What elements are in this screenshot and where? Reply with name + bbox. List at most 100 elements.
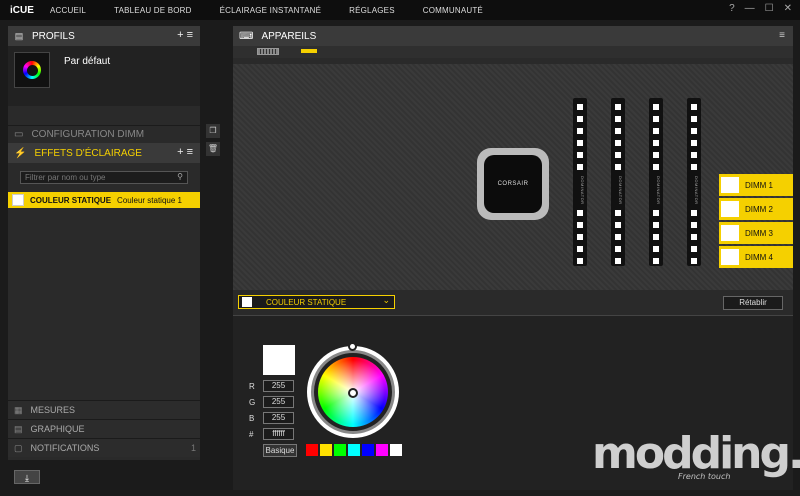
color-swatch-3[interactable] — [334, 444, 346, 456]
basic-button[interactable]: Basique — [263, 444, 297, 457]
dimm-stick-2[interactable]: DOMINATOR — [611, 98, 625, 266]
dimm-config-section[interactable]: ▭ CONFIGURATION DIMM — [8, 125, 200, 143]
add-profile-button[interactable]: + — [177, 29, 186, 41]
led — [615, 104, 621, 110]
profile-icon: ▤ — [14, 31, 24, 41]
watermark: modding.fr French touch — [592, 428, 800, 484]
led — [653, 128, 659, 134]
add-effect-button[interactable]: + — [177, 146, 186, 158]
color-swatch-6[interactable] — [376, 444, 388, 456]
minimize-icon[interactable]: — — [745, 3, 755, 14]
pump-logo: CORSAIR — [484, 155, 542, 213]
effect-item[interactable]: COULEUR STATIQUE Couleur statique 1 — [8, 192, 200, 208]
dimm-stick-3[interactable]: DOMINATOR — [649, 98, 663, 266]
led — [691, 128, 697, 134]
led — [577, 140, 583, 146]
nav-community[interactable]: COMMUNAUTÉ — [423, 6, 483, 15]
led — [691, 246, 697, 252]
lightning-icon: ⚡ — [14, 147, 27, 159]
effect-type: COULEUR STATIQUE — [30, 195, 112, 205]
led — [691, 140, 697, 146]
search-icon[interactable]: ⚲ — [177, 172, 183, 181]
nav-dashboard[interactable]: TABLEAU DE BORD — [114, 6, 192, 15]
maximize-icon[interactable]: ☐ — [765, 3, 774, 14]
dimm-label: DIMM 2 — [745, 204, 773, 214]
led — [615, 164, 621, 170]
dimm-item-4[interactable]: DIMM 4 — [719, 246, 793, 268]
led — [615, 258, 621, 264]
device-canvas: CORSAIR DOMINATOR DOMINATOR DOMINATOR DOMIN… — [233, 64, 793, 290]
measures-section[interactable]: ▦ MESURES — [8, 400, 200, 419]
effect-color-swatch — [242, 297, 252, 307]
color-swatch-1[interactable] — [306, 444, 318, 456]
nav-instant-lighting[interactable]: ÉCLAIRAGE INSTANTANÉ — [220, 6, 322, 15]
dimm-brand: DOMINATOR — [618, 176, 623, 205]
effect-name: Couleur statique 1 — [117, 195, 182, 205]
close-icon[interactable]: ✕ — [784, 3, 792, 14]
graph-icon: ▤ — [14, 423, 23, 434]
help-icon[interactable]: ? — [729, 3, 735, 14]
preset-swatches — [306, 444, 402, 456]
effect-type-select[interactable]: COULEUR STATIQUE ⌄ — [238, 295, 395, 309]
icue-logo-icon — [23, 61, 41, 79]
dimm-list: DIMM 1 DIMM 2 DIMM 3 DIMM 4 — [719, 174, 793, 268]
led — [691, 234, 697, 240]
color-wheel[interactable] — [307, 342, 399, 438]
blue-input[interactable]: 255 — [263, 412, 294, 424]
color-swatch-7[interactable] — [390, 444, 402, 456]
reset-button[interactable]: Rétablir — [723, 296, 783, 310]
color-swatch-4[interactable] — [348, 444, 360, 456]
led — [691, 164, 697, 170]
led — [653, 140, 659, 146]
led — [691, 116, 697, 122]
profile-name: Par défaut — [64, 56, 111, 67]
device-tabs — [233, 46, 793, 58]
led — [577, 104, 583, 110]
green-input[interactable]: 255 — [263, 396, 294, 408]
notifications-label: NOTIFICATIONS — [30, 443, 100, 453]
led — [653, 222, 659, 228]
led — [577, 116, 583, 122]
dimm-item-1[interactable]: DIMM 1 — [719, 174, 793, 196]
graph-section[interactable]: ▤ GRAPHIQUE — [8, 419, 200, 438]
color-picker-handle[interactable] — [348, 388, 358, 398]
led — [691, 104, 697, 110]
dimm-stick-4[interactable]: DOMINATOR — [687, 98, 701, 266]
led — [653, 116, 659, 122]
led — [615, 222, 621, 228]
profile-item[interactable]: Par défaut — [8, 46, 200, 106]
memory-device-tab-icon[interactable] — [301, 49, 317, 53]
effect-side-tools: ❐ 🗑 — [206, 124, 220, 156]
nav-home[interactable]: ACCUEIL — [50, 6, 86, 15]
color-swatch-5[interactable] — [362, 444, 374, 456]
notifications-section[interactable]: ▢ NOTIFICATIONS 1 — [8, 438, 200, 457]
dimm-item-3[interactable]: DIMM 3 — [719, 222, 793, 244]
color-swatch-2[interactable] — [320, 444, 332, 456]
effects-header[interactable]: ⚡ EFFETS D'ÉCLAIRAGE +≡ — [8, 143, 200, 163]
hex-input[interactable]: ffffff — [263, 428, 294, 440]
nav-settings[interactable]: RÉGLAGES — [349, 6, 395, 15]
led — [653, 164, 659, 170]
profiles-menu-icon[interactable]: ≡ — [187, 29, 196, 41]
effect-color-swatch — [12, 194, 24, 206]
led — [577, 164, 583, 170]
effects-menu-icon[interactable]: ≡ — [187, 146, 196, 158]
green-row: G 255 — [249, 396, 294, 408]
led — [691, 258, 697, 264]
app-logo: iCUE — [10, 4, 34, 16]
brightness-handle[interactable] — [348, 342, 357, 351]
hex-row: # ffffff — [249, 428, 294, 440]
led — [691, 152, 697, 158]
dimm-item-2[interactable]: DIMM 2 — [719, 198, 793, 220]
effect-selected-label: COULEUR STATIQUE — [266, 297, 347, 307]
copy-icon[interactable]: ❐ — [206, 124, 220, 138]
red-input[interactable]: 255 — [263, 380, 294, 392]
dimm-stick-1[interactable]: DOMINATOR — [573, 98, 587, 266]
notifications-count: 1 — [190, 443, 196, 453]
pump-cooler[interactable]: CORSAIR — [477, 148, 549, 220]
trash-icon[interactable]: 🗑 — [206, 142, 220, 156]
keyboard-device-tab-icon[interactable] — [257, 48, 279, 55]
download-icon[interactable]: ⤓ — [14, 470, 40, 484]
effects-search-input[interactable]: Filtrer par nom ou type ⚲ — [20, 171, 188, 184]
devices-menu-icon[interactable]: ≡ — [779, 30, 785, 41]
